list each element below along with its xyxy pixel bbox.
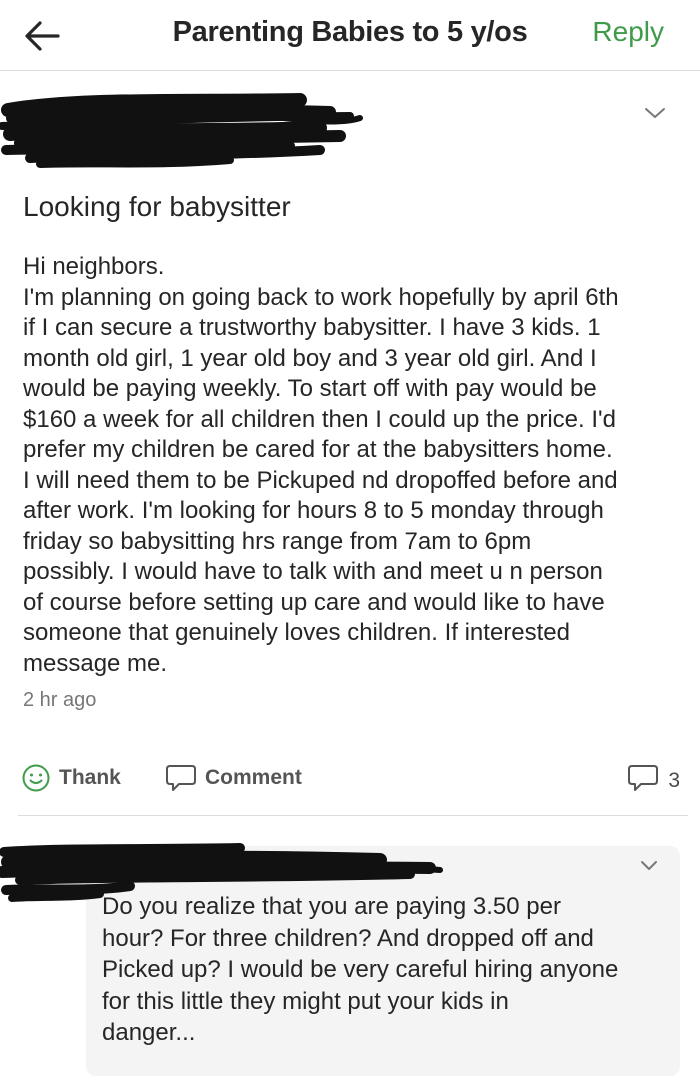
comment-count-number: 3 [668, 768, 680, 792]
post-body-line: Hi neighbors. [23, 253, 165, 280]
post-body: Hi neighbors. I'm planning on going back… [23, 252, 693, 679]
post-body-line: would be paying weekly. To start off wit… [23, 375, 597, 402]
post-body-line: someone that genuinely loves children. I… [23, 619, 570, 646]
post-body-line: I'm planning on going back to work hopef… [23, 283, 619, 311]
reply-button[interactable]: Reply [592, 16, 664, 48]
thank-label: Thank [59, 766, 121, 789]
top-bar: Parenting Babies to 5 y/os Reply [0, 0, 700, 71]
comment-text-line: Picked up? I would be very careful hirin… [102, 956, 619, 983]
comment-count[interactable]: 3 [627, 763, 680, 798]
thank-button[interactable]: Thank [21, 763, 121, 793]
post-actions: Thank Comment 3 [0, 755, 700, 805]
divider [18, 815, 688, 816]
smiley-icon [21, 763, 51, 793]
comment-label: Comment [205, 766, 302, 789]
post-body-line: $160 a week for all children then I coul… [23, 405, 616, 433]
comment-button[interactable]: Comment [165, 763, 302, 793]
speech-bubble-icon [165, 763, 197, 793]
post-timestamp: 2 hr ago [23, 689, 97, 711]
post-body-line: month old girl, 1 year old boy and 3 yea… [23, 344, 597, 372]
comment-text: Do you realize that you are paying 3.50 … [102, 891, 682, 1049]
post-body-line: I will need them to be Pickuped nd dropo… [23, 466, 618, 494]
comment-text-line: hour? For three children? And dropped of… [102, 924, 594, 952]
post-body-line: after work. I'm looking for hours 8 to 5… [23, 497, 604, 524]
comment-text-line: for this little they might put your kids… [102, 987, 509, 1015]
speech-bubble-icon [627, 763, 659, 798]
post-body-line: friday so babysitting hrs range from 7am… [23, 527, 532, 555]
post-title: Looking for babysitter [23, 191, 291, 222]
redacted-author-name [0, 88, 380, 178]
post-body-line: if I can secure a trustworthy babysitter… [23, 314, 601, 341]
post-body-line: prefer my children be cared for at the b… [23, 436, 613, 463]
comment-text-line: danger... [102, 1019, 196, 1046]
chevron-down-icon[interactable] [642, 104, 668, 122]
post-body-line: message me. [23, 649, 168, 677]
post-body-line: possibly. I would have to talk with and … [23, 558, 603, 585]
comment-text-line: Do you realize that you are paying 3.50 … [102, 893, 561, 920]
post-body-line: of course before setting up care and wou… [23, 588, 605, 616]
chevron-down-icon[interactable] [638, 858, 660, 874]
